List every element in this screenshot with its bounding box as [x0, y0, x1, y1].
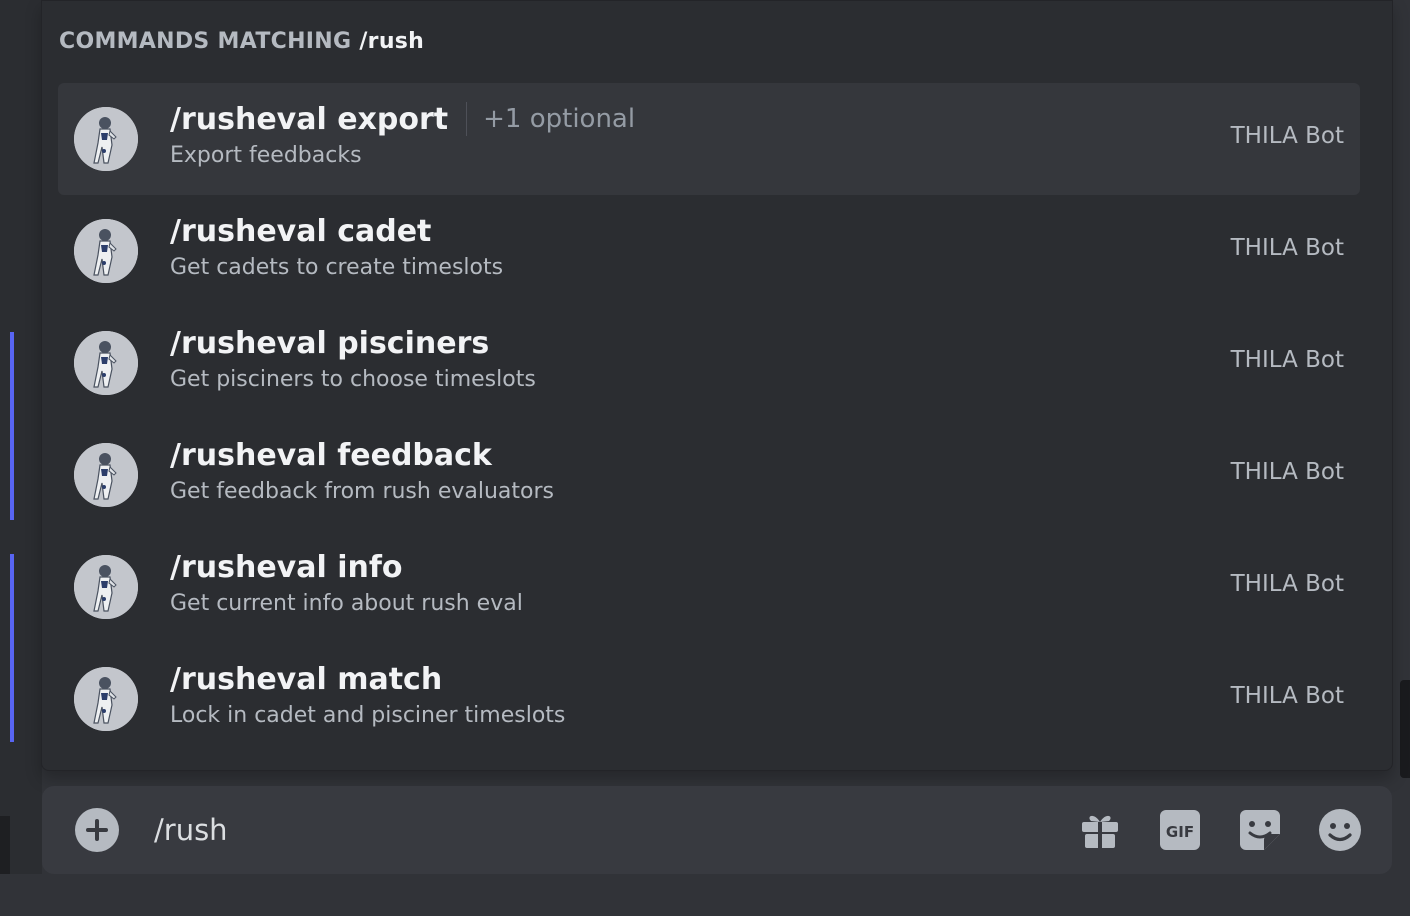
message-composer: GIF: [42, 786, 1392, 874]
bot-avatar: [74, 555, 138, 619]
command-text: /rusheval pisciners Get pisciners to cho…: [170, 321, 536, 393]
command-name: /rusheval cadet: [170, 213, 432, 249]
bot-avatar: [74, 443, 138, 507]
bot-avatar: [74, 107, 138, 171]
command-title-line: /rusheval match: [170, 657, 565, 701]
gif-icon[interactable]: GIF: [1158, 808, 1202, 852]
command-option-info[interactable]: /rusheval info Get current info about ru…: [58, 531, 1360, 643]
command-option-feedback[interactable]: /rusheval feedback Get feedback from rus…: [58, 419, 1360, 531]
bot-avatar: [74, 331, 138, 395]
command-source: THILA Bot: [1230, 571, 1344, 597]
command-option-match[interactable]: /rusheval match Lock in cadet and piscin…: [58, 643, 1360, 755]
command-name: /rusheval feedback: [170, 437, 492, 473]
command-name: /rusheval export: [170, 101, 449, 137]
bot-avatar: [74, 219, 138, 283]
command-title-line: /rusheval export +1 optional: [170, 97, 635, 141]
command-list: /rusheval export +1 optional Export feed…: [58, 83, 1360, 755]
autocomplete-header: COMMANDS MATCHING /rush: [59, 29, 424, 59]
divider: [466, 102, 468, 136]
svg-text:GIF: GIF: [1166, 823, 1194, 841]
command-name: /rusheval match: [170, 661, 443, 697]
command-title-line: /rusheval feedback: [170, 433, 554, 477]
command-description: Get feedback from rush evaluators: [170, 479, 555, 504]
command-source: THILA Bot: [1230, 683, 1344, 709]
sticker-icon[interactable]: [1238, 808, 1282, 852]
bot-avatar: [74, 667, 138, 731]
command-option-cadet[interactable]: /rusheval cadet Get cadets to create tim…: [58, 195, 1360, 307]
command-text: /rusheval export +1 optional Export feed…: [170, 97, 635, 169]
bottom-strip: [0, 874, 1410, 916]
command-text: /rusheval info Get current info about ru…: [170, 545, 523, 617]
autocomplete-header-query: /rush: [359, 29, 425, 54]
command-title-line: /rusheval pisciners: [170, 321, 536, 365]
command-title-line: /rusheval cadet: [170, 209, 503, 253]
app-window: COMMANDS MATCHING /rush /rusheval export…: [0, 0, 1410, 916]
command-text: /rusheval feedback Get feedback from rus…: [170, 433, 555, 505]
command-title-line: /rusheval info: [170, 545, 523, 589]
emoji-icon[interactable]: [1318, 808, 1362, 852]
command-name: /rusheval info: [170, 549, 403, 585]
command-name: /rusheval pisciners: [170, 325, 490, 361]
plus-circle-icon[interactable]: [75, 808, 119, 852]
command-description: Lock in cadet and pisciner timeslots: [170, 703, 566, 728]
scrollbar-thumb[interactable]: [1400, 680, 1410, 778]
command-option-pisciners[interactable]: /rusheval pisciners Get pisciners to cho…: [58, 307, 1360, 419]
command-autocomplete-popup: COMMANDS MATCHING /rush /rusheval export…: [41, 0, 1393, 771]
command-description: Get cadets to create timeslots: [170, 255, 504, 280]
command-source: THILA Bot: [1230, 123, 1344, 149]
command-text: /rusheval cadet Get cadets to create tim…: [170, 209, 504, 281]
command-description: Get current info about rush eval: [170, 591, 523, 616]
command-source: THILA Bot: [1230, 347, 1344, 373]
command-source: THILA Bot: [1230, 235, 1344, 261]
command-source: THILA Bot: [1230, 459, 1344, 485]
command-option-export[interactable]: /rusheval export +1 optional Export feed…: [58, 83, 1360, 195]
command-text: /rusheval match Lock in cadet and piscin…: [170, 657, 566, 729]
mention-highlight-bar: [10, 332, 14, 520]
command-description: Export feedbacks: [170, 143, 362, 168]
message-input[interactable]: [154, 808, 1054, 852]
autocomplete-header-label: COMMANDS MATCHING: [59, 29, 352, 54]
gift-icon[interactable]: [1078, 808, 1122, 852]
optional-params-badge: +1 optional: [483, 104, 636, 134]
mention-highlight-bar: [10, 554, 14, 742]
command-description: Get pisciners to choose timeslots: [170, 367, 536, 392]
channel-gutter: [0, 0, 42, 916]
